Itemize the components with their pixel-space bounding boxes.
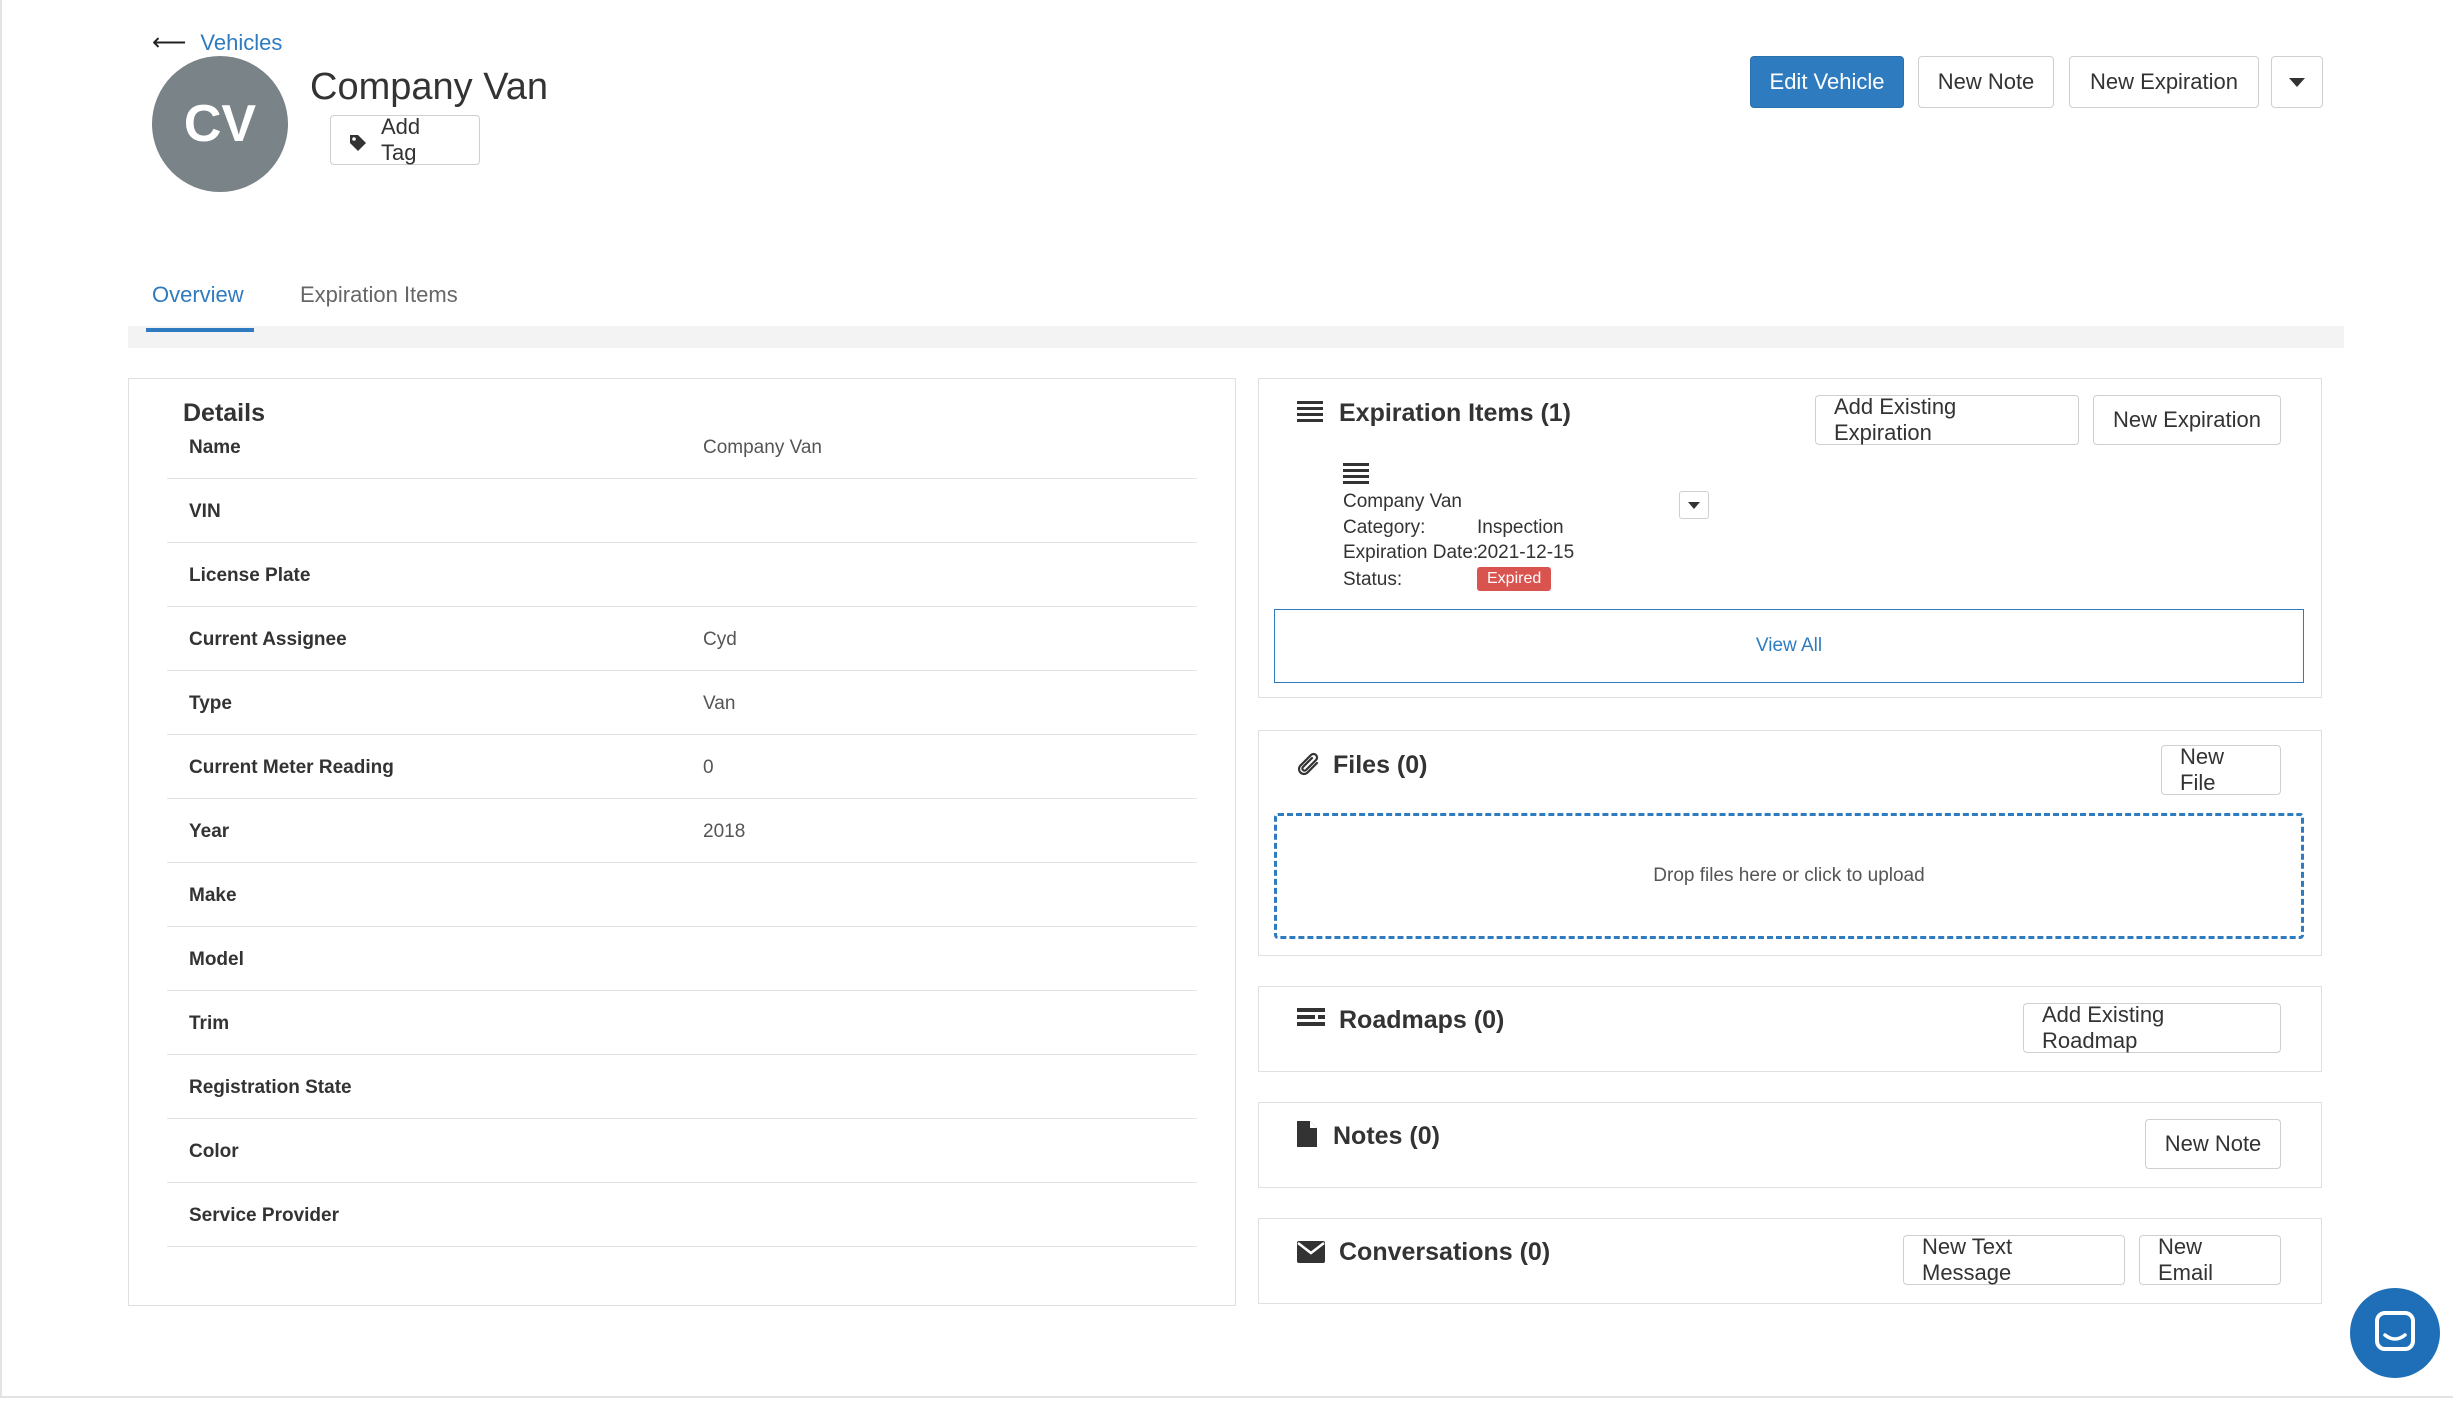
expiration-date-label: Expiration Date:: [1343, 542, 1479, 563]
expiration-item-list-icon: [1343, 463, 1369, 484]
list-icon: [1297, 401, 1323, 422]
category-value: Inspection: [1477, 517, 1564, 538]
edit-vehicle-button[interactable]: Edit Vehicle: [1750, 56, 1904, 108]
detail-row: Current Assignee Cyd: [167, 607, 1197, 671]
conversations-title: Conversations (0): [1339, 1238, 1551, 1266]
new-expiration-button[interactable]: New Expiration: [2093, 395, 2281, 445]
detail-label: Type: [189, 693, 232, 714]
detail-row: Type Van: [167, 671, 1197, 735]
notes-title: Notes (0): [1333, 1122, 1440, 1150]
category-label: Category:: [1343, 517, 1426, 538]
file-icon: [1297, 1121, 1317, 1152]
add-existing-expiration-button[interactable]: Add Existing Expiration: [1815, 394, 2079, 445]
detail-row: Current Meter Reading 0: [167, 735, 1197, 799]
add-existing-roadmap-button[interactable]: Add Existing Roadmap: [2023, 1002, 2281, 1053]
detail-label: Year: [189, 821, 230, 842]
detail-row: Color: [167, 1119, 1197, 1183]
page-title: Company Van: [310, 66, 548, 108]
detail-value: 0: [703, 757, 714, 778]
detail-label: Make: [189, 885, 237, 906]
tabs-band: [128, 326, 2344, 348]
detail-label: Trim: [189, 1013, 230, 1034]
add-tag-label: Add Tag: [381, 114, 421, 165]
back-link[interactable]: ⟵ Vehicles: [152, 28, 282, 57]
envelope-icon: [1297, 1241, 1325, 1268]
expiration-date-value: 2021-12-15: [1477, 542, 1575, 563]
back-link-label[interactable]: Vehicles: [200, 30, 282, 56]
tab-overview[interactable]: Overview: [152, 282, 244, 308]
status-label: Status:: [1343, 569, 1403, 590]
roadmaps-title: Roadmaps (0): [1339, 1006, 1505, 1034]
detail-label: Model: [189, 949, 244, 970]
detail-label: Current Assignee: [189, 629, 347, 650]
detail-value: Company Van: [703, 437, 822, 458]
detail-label: Name: [189, 437, 241, 458]
more-actions-dropdown[interactable]: [2271, 56, 2323, 108]
caret-down-icon: [1688, 501, 1700, 509]
detail-row: Name Company Van: [167, 415, 1197, 479]
detail-row: Year 2018: [167, 799, 1197, 863]
detail-label: VIN: [189, 501, 221, 522]
conversations-panel: Conversations (0) New Text Message New E…: [1258, 1218, 2322, 1304]
expiration-item-link[interactable]: Company Van: [1343, 491, 1462, 513]
detail-row: Registration State: [167, 1055, 1197, 1119]
chat-launcher-button[interactable]: [2350, 1288, 2440, 1378]
detail-row: Model: [167, 927, 1197, 991]
new-note-button[interactable]: New Note: [2145, 1119, 2281, 1169]
detail-row: VIN: [167, 479, 1197, 543]
view-all-button[interactable]: View All: [1274, 609, 2304, 683]
notes-panel: Notes (0) New Note: [1258, 1102, 2322, 1188]
files-title: Files (0): [1333, 751, 1428, 779]
paperclip-icon: [1297, 751, 1323, 784]
detail-label: Registration State: [189, 1077, 352, 1098]
detail-row: Trim: [167, 991, 1197, 1055]
new-expiration-header-button[interactable]: New Expiration: [2069, 56, 2259, 108]
new-email-button[interactable]: New Email: [2139, 1234, 2281, 1285]
expiration-items-panel: Expiration Items (1) Add Existing Expira…: [1258, 378, 2322, 698]
new-text-message-button[interactable]: New Text Message: [1903, 1234, 2125, 1285]
new-note-header-button[interactable]: New Note: [1918, 56, 2054, 108]
detail-value: Van: [703, 693, 736, 714]
detail-row: Service Provider: [167, 1183, 1197, 1247]
detail-label: Service Provider: [189, 1205, 339, 1226]
detail-label: Current Meter Reading: [189, 757, 394, 778]
detail-label: License Plate: [189, 565, 311, 586]
add-tag-button[interactable]: Add Tag: [330, 114, 480, 165]
tab-expiration-items[interactable]: Expiration Items: [300, 282, 458, 308]
avatar: CV: [152, 56, 288, 192]
expiration-items-title: Expiration Items (1): [1339, 399, 1571, 427]
caret-down-icon: [2289, 77, 2305, 87]
detail-value: Cyd: [703, 629, 737, 650]
detail-row: License Plate: [167, 543, 1197, 607]
roadmaps-panel: Roadmaps (0) Add Existing Roadmap: [1258, 986, 2322, 1072]
file-dropzone[interactable]: Drop files here or click to upload: [1274, 813, 2304, 939]
new-file-button[interactable]: New File: [2161, 744, 2281, 795]
detail-row: Make: [167, 863, 1197, 927]
status-badge: Expired: [1477, 567, 1552, 591]
arrow-left-icon: ⟵: [152, 29, 187, 56]
detail-value: 2018: [703, 821, 746, 842]
details-panel: Details Name Company Van VIN License Plate C…: [128, 378, 1236, 1306]
roadmap-icon: [1297, 1007, 1325, 1036]
active-tab-indicator: [146, 328, 254, 332]
chat-icon: [2373, 1309, 2417, 1358]
files-panel: Files (0) New File Drop files here or cl…: [1258, 730, 2322, 956]
detail-label: Color: [189, 1141, 239, 1162]
expiration-item-dropdown[interactable]: [1679, 491, 1709, 519]
tag-icon: [349, 132, 367, 151]
